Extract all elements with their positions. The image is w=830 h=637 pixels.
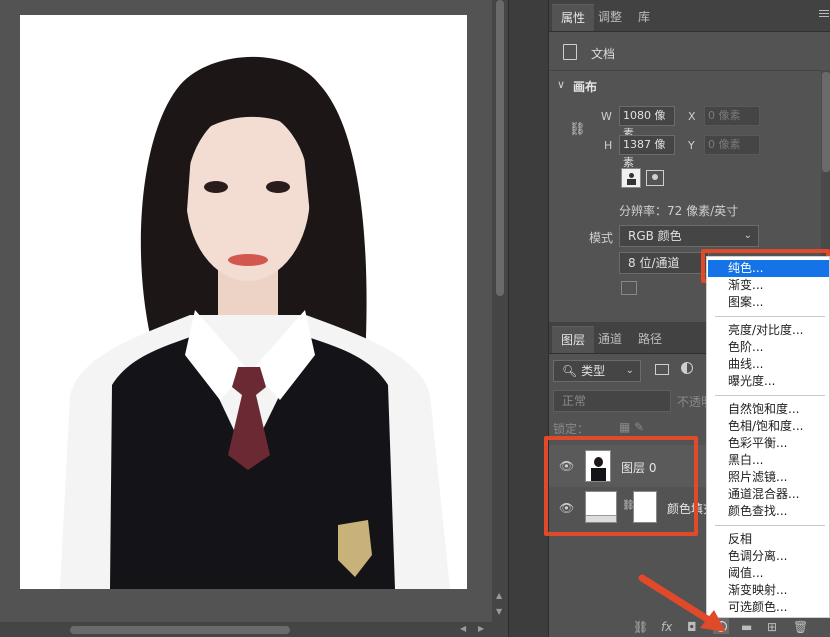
tab-adjustments[interactable]: 调整 [589,4,631,30]
menu-item-posterize[interactable]: 色调分离... [708,548,829,565]
height-label: H [604,139,613,152]
tab-channels[interactable]: 通道 [589,326,631,352]
width-field[interactable]: 1080 像素 [619,106,675,140]
document-photo[interactable] [20,15,467,589]
scroll-down-icon[interactable]: ▼ [496,608,502,616]
adjustment-layer-menu: 纯色... 渐变... 图案... 亮度/对比度... 色阶... 曲线... … [706,256,830,618]
x-field[interactable]: 0 像素 [704,106,760,126]
menu-item-curves[interactable]: 曲线... [708,356,829,373]
portrait-image [20,15,467,589]
properties-tabbar: 属性 调整 库 [549,0,830,32]
layer-filter-value: 类型 [581,364,606,378]
menu-item-pattern[interactable]: 图案... [708,294,829,311]
bit-depth-dropdown[interactable]: 8 位/通道 [619,252,709,274]
chevron-down-icon: ⌄ [625,365,634,376]
divider [549,70,830,71]
chevron-down-icon[interactable]: ∨ [557,78,565,91]
bit-depth-value: 8 位/通道 [628,256,680,270]
menu-item-photo-filter[interactable]: 照片滤镜... [708,469,829,486]
properties-scroll-thumb[interactable] [822,72,830,172]
trash-icon[interactable]: 🗑︎ [793,620,808,634]
annotation-arrow-icon [638,574,726,632]
scroll-up-icon[interactable]: ▲ [496,592,502,600]
pixel-layer-filter-icon[interactable] [655,364,669,375]
layer-filter-dropdown[interactable]: 🔍︎ 类型 ⌄ [553,360,641,382]
lock-label: 锁定： [553,422,590,436]
y-label: Y [688,139,695,152]
menu-item-invert[interactable]: 反相 [708,531,829,548]
y-field[interactable]: 0 像素 [704,135,760,155]
mode-label: 模式 [589,231,614,245]
menu-item-channel-mixer[interactable]: 通道混合器... [708,486,829,503]
panel-menu-icon[interactable] [819,10,829,19]
chevron-down-icon: ⌄ [743,230,752,241]
panel-dock-gutter [508,0,548,637]
scroll-left-icon[interactable]: ◀ [460,625,466,633]
height-field[interactable]: 1387 像素 [619,135,675,169]
folder-icon[interactable]: ▬ [741,620,752,634]
tab-layers[interactable]: 图层 [552,326,595,353]
menu-separator [715,316,825,317]
annotation-layers-box [544,436,698,536]
tab-paths[interactable]: 路径 [629,326,671,352]
blend-mode-dropdown[interactable]: 正常 [553,390,671,412]
canvas-section-title: 画布 [573,80,598,94]
link-icon[interactable]: ⛓ [569,122,586,137]
resolution-text: 分辨率：72 像素/英寸 [619,204,739,218]
menu-item-gradient[interactable]: 渐变... [708,277,829,294]
menu-separator [715,395,825,396]
document-label: 文档 [591,47,616,61]
menu-item-vibrance[interactable]: 自然饱和度... [708,401,829,418]
menu-item-exposure[interactable]: 曝光度... [708,373,829,390]
width-label: W [601,110,612,123]
menu-item-solid-color[interactable]: 纯色... [708,260,829,277]
menu-item-black-white[interactable]: 黑白... [708,452,829,469]
menu-item-brightness-contrast[interactable]: 亮度/对比度... [708,322,829,339]
tab-properties[interactable]: 属性 [552,4,595,31]
menu-separator [715,525,825,526]
new-layer-icon[interactable]: ⊞ [767,620,777,634]
menu-item-hue-saturation[interactable]: 色相/饱和度... [708,418,829,435]
portrait-orientation-icon[interactable] [621,168,641,188]
x-label: X [688,110,696,123]
document-icon [563,44,577,60]
menu-item-color-balance[interactable]: 色彩平衡... [708,435,829,452]
background-swatch[interactable] [621,281,637,295]
search-icon: 🔍︎ [562,364,578,378]
lock-icons[interactable]: ▦ ✎ [619,420,644,434]
tab-libraries[interactable]: 库 [629,4,659,30]
mode-value: RGB 颜色 [628,229,682,243]
canvas-vertical-scroll-thumb[interactable] [496,0,504,296]
scroll-right-icon[interactable]: ▶ [478,625,484,633]
landscape-orientation-icon[interactable] [646,170,664,186]
menu-item-levels[interactable]: 色阶... [708,339,829,356]
canvas-horizontal-scroll-thumb[interactable] [70,626,290,634]
blend-mode-value: 正常 [562,394,587,408]
menu-item-color-lookup[interactable]: 颜色查找... [708,503,829,520]
mode-dropdown[interactable]: RGB 颜色 ⌄ [619,225,759,247]
adjustment-layer-filter-icon[interactable] [681,362,693,374]
